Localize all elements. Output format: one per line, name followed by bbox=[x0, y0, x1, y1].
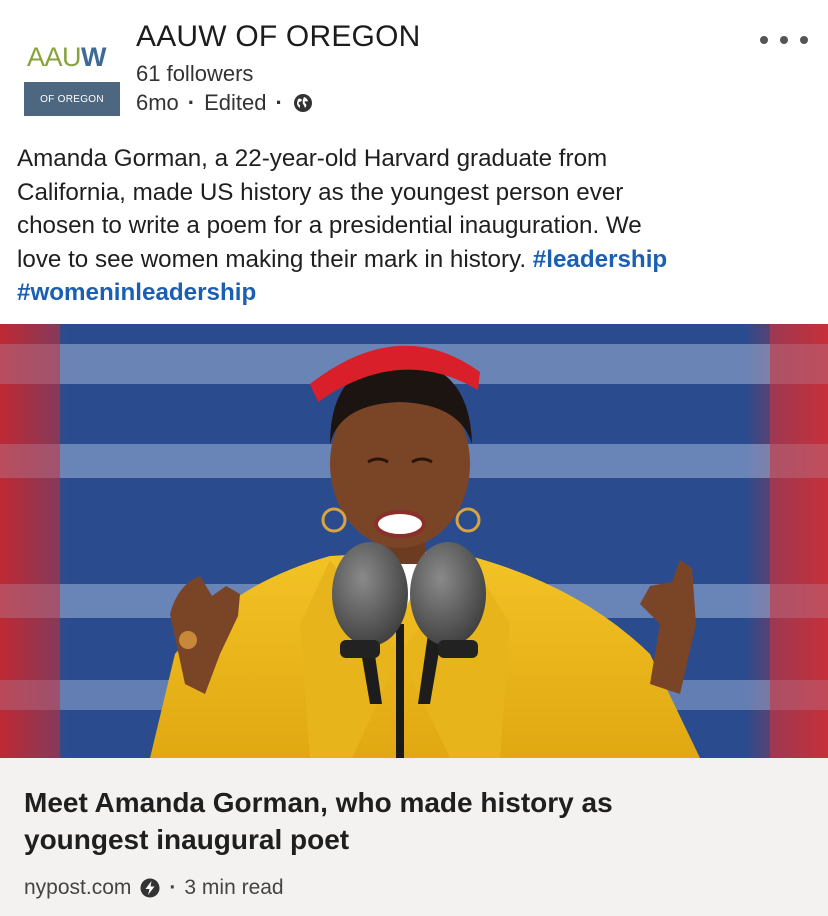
globe-icon bbox=[293, 94, 312, 112]
article-title-line: Meet Amanda Gorman, who made history as bbox=[24, 787, 613, 818]
more-options-button[interactable] bbox=[760, 28, 808, 52]
article-image[interactable] bbox=[0, 324, 828, 758]
more-dot-icon bbox=[780, 36, 788, 44]
lightning-bolt-icon bbox=[140, 878, 160, 898]
logo-subtitle-plate: OF OREGON bbox=[24, 82, 120, 116]
article-read-time: 3 min read bbox=[184, 876, 284, 899]
separator-dot: · bbox=[187, 90, 196, 115]
article-title[interactable]: Meet Amanda Gorman, who made history as … bbox=[24, 784, 784, 858]
commentary-line: California, made US history as the young… bbox=[17, 178, 624, 206]
company-logo[interactable]: AAUW OF OREGON bbox=[24, 26, 120, 116]
follower-count: 61 followers bbox=[136, 61, 254, 86]
logo-subtitle: OF OREGON bbox=[40, 93, 104, 105]
author-name[interactable]: AAUW OF OREGON bbox=[136, 20, 420, 54]
logo-wordmark: AAUW bbox=[27, 42, 107, 72]
post-meta: 6mo · Edited · bbox=[136, 90, 313, 116]
post-age: 6mo bbox=[136, 90, 179, 115]
post-commentary: Amanda Gorman, a 22-year-old Harvard gra… bbox=[17, 142, 817, 310]
commentary-line: love to see women making their mark in h… bbox=[17, 245, 668, 273]
feed-post: AAUW OF OREGON AAUW OF OREGON 61 followe… bbox=[0, 0, 828, 916]
edited-label: Edited bbox=[204, 90, 267, 115]
hashtag-link-womeninleadership[interactable]: #womeninleadership bbox=[17, 279, 256, 306]
hashtag-link-leadership[interactable]: #leadership bbox=[533, 246, 667, 273]
article-meta: nypost.com · 3 min read bbox=[24, 876, 284, 900]
post-header: AAUW OF OREGON AAUW OF OREGON 61 followe… bbox=[0, 0, 828, 130]
more-dot-icon bbox=[760, 36, 768, 44]
commentary-line: #womeninleadership bbox=[17, 276, 817, 310]
commentary-line: chosen to write a poem for a presidentia… bbox=[17, 212, 642, 239]
separator-dot: · bbox=[169, 876, 177, 899]
article-source: nypost.com bbox=[24, 876, 132, 899]
commentary-line: Amanda Gorman, a 22-year-old Harvard gra… bbox=[17, 145, 608, 172]
separator-dot: · bbox=[275, 90, 283, 115]
article-title-line: youngest inaugural poet bbox=[24, 824, 350, 855]
article-photo-illustration bbox=[0, 324, 828, 758]
more-dot-icon bbox=[800, 36, 808, 44]
